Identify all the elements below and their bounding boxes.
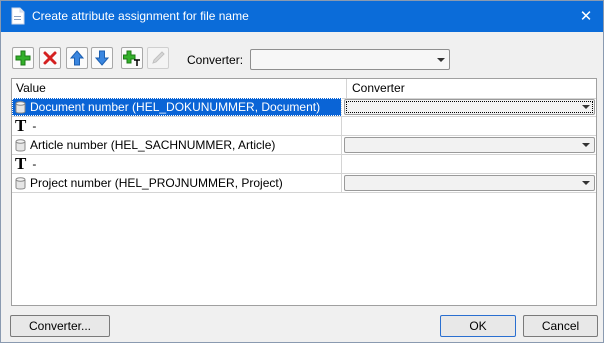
converter-button[interactable]: Converter... — [10, 315, 110, 337]
converter-label: Converter: — [187, 53, 244, 67]
value-cell[interactable]: Project number (HEL_PROJNUMMER, Project) — [12, 174, 342, 192]
converter-cell[interactable] — [343, 98, 596, 116]
text-icon: T — [15, 116, 27, 135]
add-text-button[interactable] — [121, 47, 143, 69]
converter-cell[interactable] — [343, 174, 596, 192]
grid-row[interactable]: Project number (HEL_PROJNUMMER, Project) — [12, 174, 596, 193]
value-cell[interactable]: T - — [12, 155, 342, 173]
chevron-down-icon — [437, 57, 445, 62]
move-down-button[interactable] — [91, 47, 113, 69]
chevron-down-icon — [582, 105, 590, 109]
add-button[interactable] — [12, 47, 34, 69]
value-text: Article number (HEL_SACHNUMMER, Article) — [30, 138, 276, 152]
add-icon — [15, 50, 31, 66]
title-bar: Create attribute assignment for file nam… — [1, 1, 603, 32]
document-icon — [11, 7, 25, 25]
converter-cell[interactable] — [343, 136, 596, 154]
ok-button[interactable]: OK — [440, 315, 516, 337]
chevron-down-icon — [582, 181, 590, 185]
grid-row[interactable]: T - — [12, 117, 596, 136]
delete-button[interactable] — [39, 47, 61, 69]
row-converter-dropdown[interactable] — [344, 175, 595, 191]
value-cell[interactable]: Document number (HEL_DOKUNUMMER, Documen… — [12, 98, 342, 116]
value-cell[interactable]: Article number (HEL_SACHNUMMER, Article) — [12, 136, 342, 154]
converter-dropdown[interactable] — [250, 49, 450, 70]
close-button[interactable]: ✕ — [569, 1, 603, 32]
column-header-converter[interactable]: Converter — [348, 79, 596, 98]
database-icon — [15, 176, 26, 189]
close-icon: ✕ — [579, 8, 593, 25]
value-text: - — [32, 157, 37, 171]
dialog-window: Create attribute assignment for file nam… — [0, 0, 604, 343]
window-title: Create attribute assignment for file nam… — [32, 9, 249, 23]
database-icon — [15, 138, 26, 151]
move-up-icon — [69, 50, 85, 66]
converter-cell[interactable] — [343, 155, 596, 173]
value-text: Document number (HEL_DOKUNUMMER, Documen… — [30, 100, 321, 114]
move-down-icon — [94, 50, 110, 66]
database-icon — [15, 100, 26, 113]
chevron-down-icon — [582, 143, 590, 147]
value-text: - — [32, 119, 37, 133]
value-text: Project number (HEL_PROJNUMMER, Project) — [30, 176, 283, 190]
converter-cell[interactable] — [343, 117, 596, 135]
text-icon: T — [15, 154, 27, 173]
edit-icon — [152, 51, 165, 64]
toolbar: Converter: — [12, 47, 592, 71]
grid-row[interactable]: T - — [12, 155, 596, 174]
row-converter-dropdown[interactable] — [344, 99, 595, 115]
column-header-value[interactable]: Value — [12, 79, 347, 98]
grid-row[interactable]: Article number (HEL_SACHNUMMER, Article) — [12, 136, 596, 155]
cancel-button[interactable]: Cancel — [523, 315, 598, 337]
edit-button[interactable] — [147, 47, 169, 69]
grid-row[interactable]: Document number (HEL_DOKUNUMMER, Documen… — [12, 98, 596, 117]
value-cell[interactable]: T - — [12, 117, 342, 135]
add-text-icon — [123, 50, 140, 66]
delete-icon — [43, 51, 57, 65]
move-up-button[interactable] — [66, 47, 88, 69]
assignment-grid: Value Converter Document number (HEL_DOK… — [11, 78, 597, 306]
grid-header: Value Converter — [12, 79, 596, 99]
row-converter-dropdown[interactable] — [344, 137, 595, 153]
